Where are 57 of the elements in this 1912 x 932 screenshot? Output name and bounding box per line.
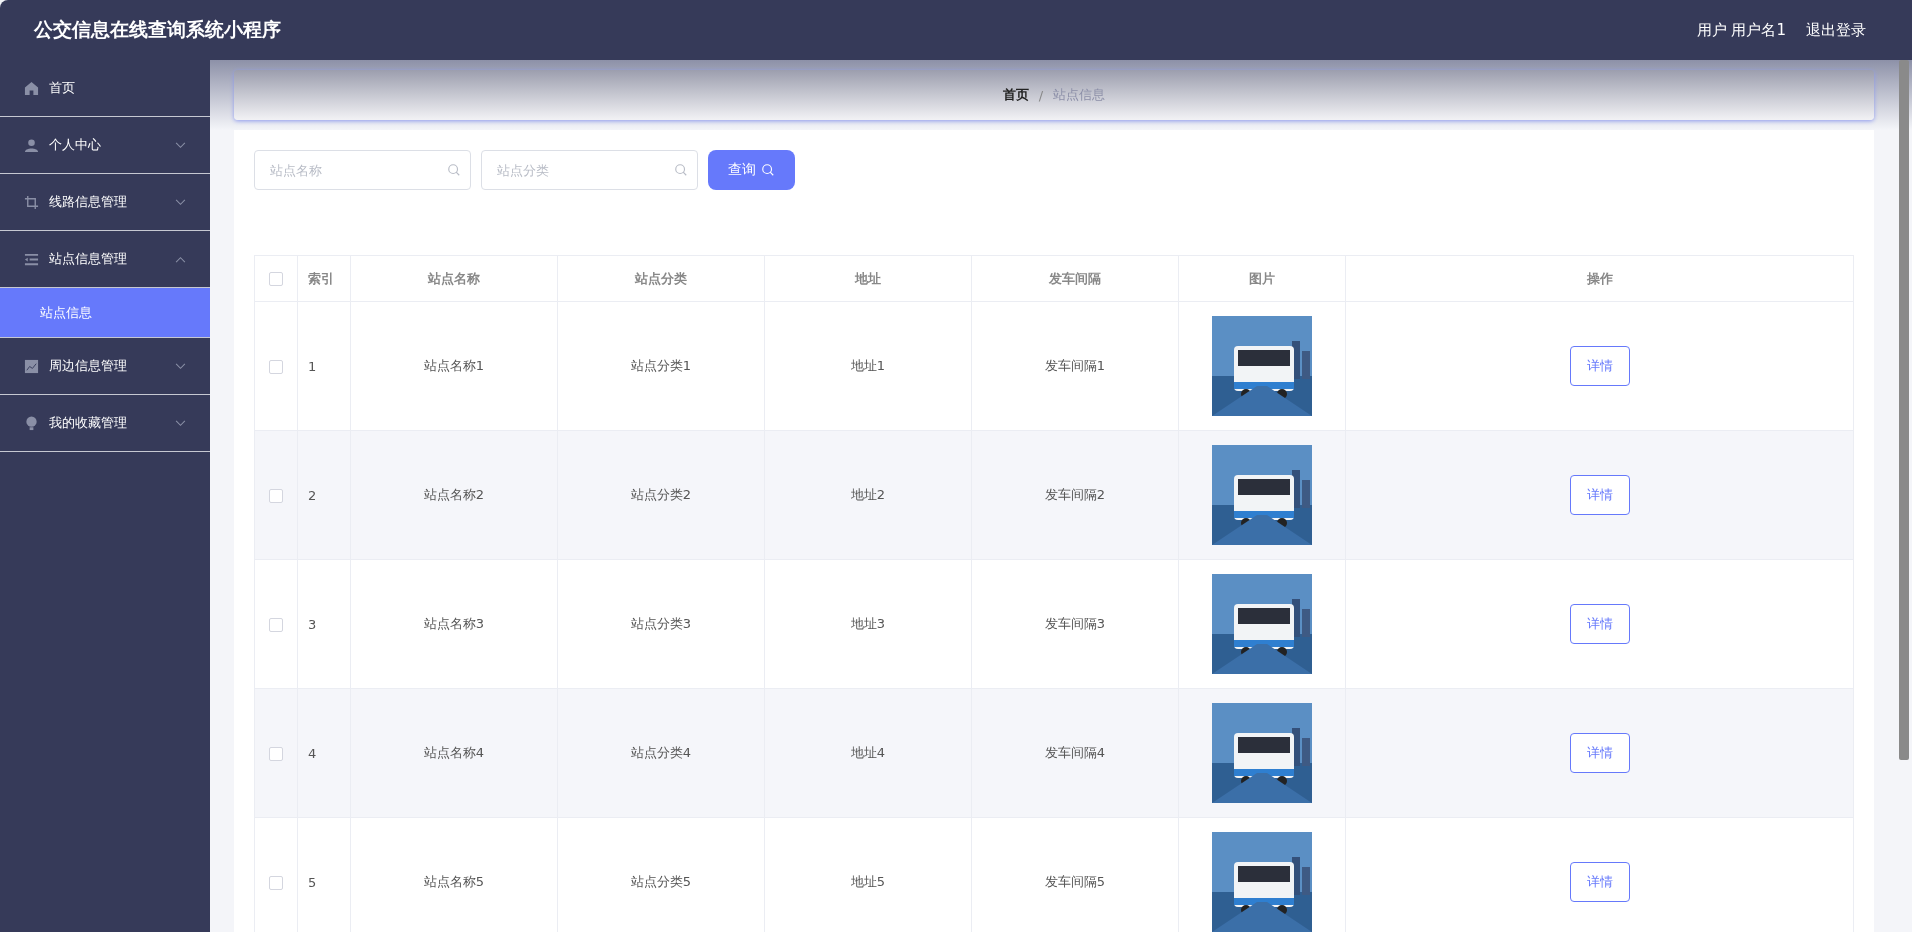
- table-cell: 3: [297, 559, 351, 689]
- table-cell: 发车间隔4: [971, 688, 1179, 818]
- details-button[interactable]: 详情: [1569, 475, 1630, 515]
- table-cell: 地址3: [764, 559, 972, 689]
- search-field[interactable]: 站点名称: [254, 150, 471, 190]
- details-button[interactable]: 详情: [1569, 862, 1630, 902]
- table-cell: 地址2: [764, 430, 972, 560]
- table-cell: 站点名称2: [350, 430, 558, 560]
- column-header: 地址: [764, 255, 972, 302]
- details-button[interactable]: 详情: [1569, 604, 1630, 644]
- checkbox[interactable]: [269, 359, 283, 374]
- table-cell: 2: [297, 430, 351, 560]
- search-icon: [674, 163, 688, 177]
- checkbox[interactable]: [269, 617, 283, 632]
- column-header: 站点名称: [350, 255, 558, 302]
- column-header: 站点分类: [557, 255, 765, 302]
- table-cell: 4: [297, 688, 351, 818]
- table-cell: 1: [297, 301, 351, 431]
- crop-icon: [24, 194, 39, 210]
- scrollbar[interactable]: [1899, 60, 1909, 760]
- column-header: 索引: [297, 255, 351, 302]
- table-cell: 站点分类1: [557, 301, 765, 431]
- checkbox[interactable]: [269, 746, 283, 761]
- search-icon: [761, 163, 775, 177]
- table-cell: 站点名称4: [350, 688, 558, 818]
- user-icon: [24, 137, 39, 153]
- column-header: 图片: [1178, 255, 1346, 302]
- column-header: 操作: [1345, 255, 1854, 302]
- table-cell: 站点分类3: [557, 559, 765, 689]
- details-button[interactable]: 详情: [1569, 346, 1630, 386]
- table-cell: 地址4: [764, 688, 972, 818]
- logout-link[interactable]: 退出登录: [1806, 20, 1866, 40]
- table-cell: 站点分类4: [557, 688, 765, 818]
- table-cell: 站点名称1: [350, 301, 558, 431]
- checkbox[interactable]: [269, 875, 283, 890]
- details-button[interactable]: 详情: [1569, 733, 1630, 773]
- table-cell: 发车间隔1: [971, 301, 1179, 431]
- chart-icon: [24, 358, 39, 374]
- user-name: 用户 用户名1: [1696, 20, 1786, 40]
- table-cell: 发车间隔2: [971, 430, 1179, 560]
- table-cell: 地址1: [764, 301, 972, 431]
- column-header: 发车间隔: [971, 255, 1179, 302]
- checkbox[interactable]: [269, 488, 283, 503]
- app-title: 公交信息在线查询系统小程序: [34, 17, 281, 42]
- query-button[interactable]: 查询: [708, 150, 795, 190]
- home-icon: [24, 80, 39, 96]
- list-icon: [24, 251, 39, 267]
- breadcrumb-separator: /: [1038, 87, 1044, 103]
- table-cell: 发车间隔3: [971, 559, 1179, 689]
- bulb-icon: [24, 415, 39, 431]
- breadcrumb-item[interactable]: 首页: [1002, 86, 1029, 104]
- table-cell: 站点名称3: [350, 559, 558, 689]
- search-icon: [447, 163, 461, 177]
- search-field[interactable]: 站点分类: [481, 150, 698, 190]
- table-cell: 站点分类2: [557, 430, 765, 560]
- checkbox[interactable]: [269, 272, 283, 287]
- submenu-item[interactable]: 站点信息: [0, 288, 210, 338]
